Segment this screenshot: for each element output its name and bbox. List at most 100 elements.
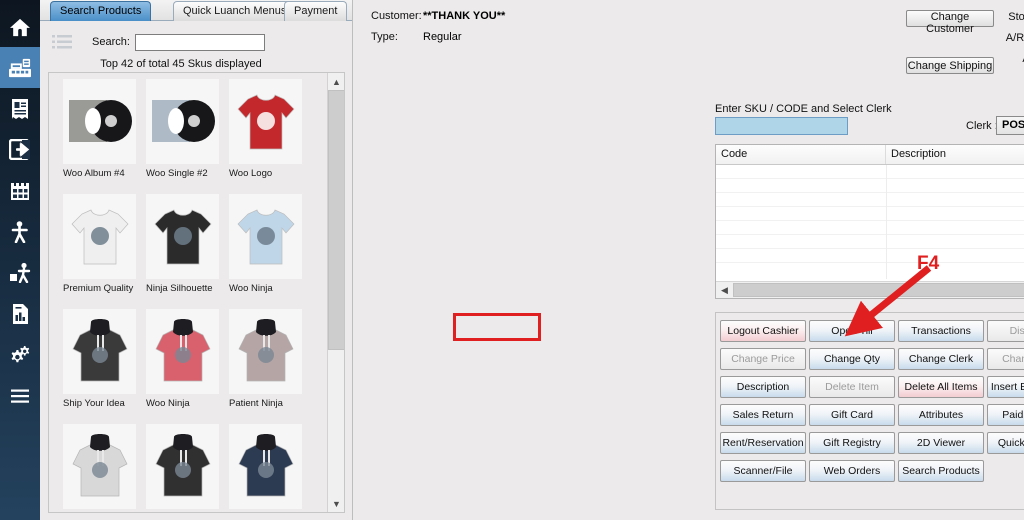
product-tile[interactable]: Ninja Silhouette	[146, 424, 226, 512]
product-grid-container: Woo Album #4 Woo Single #2 Woo Logo Premium…	[48, 72, 345, 513]
action-button-discount: Discount	[987, 320, 1024, 342]
balance-label: Store Credit:	[1008, 11, 1024, 23]
scrollbar-thumb[interactable]	[328, 90, 344, 350]
product-tile[interactable]: Ninja Silhouette	[146, 194, 226, 309]
product-thumbnail	[146, 79, 219, 164]
action-button-quick-launch[interactable]: Quick Launch	[987, 432, 1024, 454]
sidebar-item-home[interactable]	[0, 6, 40, 47]
product-tile[interactable]: Happy Ninja	[63, 424, 143, 512]
search-input[interactable]	[134, 33, 265, 51]
product-tile[interactable]: Woo Logo	[229, 79, 309, 194]
invoice-icon	[12, 98, 28, 119]
sku-count-text: Top 42 of total 45 Skus displayed	[100, 58, 262, 70]
action-button-sales-return[interactable]: Sales Return	[720, 404, 806, 426]
report-document-icon	[12, 303, 28, 324]
action-button-gift-card[interactable]: Gift Card	[809, 404, 895, 426]
action-button-rent-reservation[interactable]: Rent/Reservation	[720, 432, 806, 454]
scroll-down-icon[interactable]: ▼	[328, 495, 344, 512]
action-button-scanner-file[interactable]: Scanner/File	[720, 460, 806, 482]
action-button-web-orders[interactable]: Web Orders	[809, 460, 895, 482]
person-with-box-icon	[9, 262, 30, 283]
grid-empty-row[interactable]	[716, 221, 1024, 235]
grid-empty-row[interactable]	[716, 235, 1024, 249]
grid-empty-row[interactable]	[716, 193, 1024, 207]
line-item-grid-header: CodeDescriptionClerkQtyUnitPriceExt Pric…	[716, 145, 1024, 165]
action-button-delete-all-items[interactable]: Delete All Items	[898, 376, 984, 398]
change-customer-button[interactable]: Change Customer	[906, 10, 994, 35]
action-button-gift-registry[interactable]: Gift Registry	[809, 432, 895, 454]
change-shipping-button[interactable]: Change Shipping	[906, 57, 994, 74]
search-row: Search:	[40, 30, 352, 54]
tab-payment[interactable]: Payment	[284, 1, 348, 21]
grid-empty-row[interactable]	[716, 207, 1024, 221]
product-tile[interactable]: Woo Album #4	[63, 79, 143, 194]
cash-register-icon	[9, 58, 31, 77]
grid-empty-row[interactable]	[716, 249, 1024, 263]
sidebar-item-menu[interactable]	[0, 375, 40, 416]
clerk-select[interactable]: POSSA	[996, 116, 1024, 135]
balance-row: Store Credit:$0.00	[1003, 8, 1024, 26]
product-name: Premium Quality	[63, 283, 134, 294]
sidebar-item-store[interactable]	[0, 170, 40, 211]
product-tile[interactable]: Woo Ninja	[229, 194, 309, 309]
sidebar-item-settings[interactable]	[0, 334, 40, 375]
line-item-grid-hscrollbar[interactable]: ◀ ▶	[716, 281, 1024, 298]
customer-label: Customer:	[371, 10, 422, 22]
product-thumbnail	[146, 309, 219, 394]
product-name: Woo Ninja	[229, 283, 273, 294]
product-tile[interactable]: Ship Your Idea	[63, 309, 143, 424]
sidebar-item-shipping[interactable]	[0, 252, 40, 293]
walking-person-icon	[11, 220, 28, 243]
action-button-attributes[interactable]: Attributes	[898, 404, 984, 426]
grid-empty-row[interactable]	[716, 165, 1024, 179]
product-thumbnail	[229, 309, 302, 394]
balance-row: Points Balance:0	[1003, 71, 1024, 89]
action-button-transactions[interactable]: Transactions	[898, 320, 984, 342]
hscrollbar-thumb[interactable]	[733, 283, 1024, 297]
product-name: Woo Logo	[229, 168, 273, 179]
product-name: Ninja Silhouette	[146, 283, 213, 294]
product-name: Woo Album #4	[63, 168, 125, 179]
product-tile[interactable]: Woo Logo	[229, 424, 309, 512]
action-button-search-products[interactable]: Search Products	[898, 460, 984, 482]
action-button-2d-viewer[interactable]: 2D Viewer	[898, 432, 984, 454]
product-tile[interactable]: Woo Ninja	[146, 309, 226, 424]
action-button-paid-in-out[interactable]: Paid In /Out	[987, 404, 1024, 426]
product-name: Woo Single #2	[146, 168, 208, 179]
action-button-change-clerk[interactable]: Change Clerk	[898, 348, 984, 370]
line-item-grid-body[interactable]	[716, 165, 1024, 279]
sidebar-item-reports[interactable]	[0, 293, 40, 334]
product-grid: Woo Album #4 Woo Single #2 Woo Logo Premium…	[49, 73, 327, 512]
product-tile[interactable]: Woo Single #2	[146, 79, 226, 194]
scroll-left-icon[interactable]: ◀	[716, 282, 733, 298]
column-header[interactable]: Description	[886, 145, 1024, 164]
product-thumbnail	[63, 309, 136, 394]
tab-quick-launch-menus[interactable]: Quick Luanch Menus	[173, 1, 297, 21]
action-button-change-tax: Change Tax	[987, 348, 1024, 370]
transaction-panel: Customer: **THANK YOU** Type: Regular Ch…	[353, 0, 1024, 520]
customer-info: Customer: **THANK YOU** Type: Regular	[371, 10, 505, 52]
scroll-up-icon[interactable]: ▲	[328, 73, 344, 90]
tab-search-products[interactable]: Search Products	[50, 1, 152, 21]
action-button-open-till[interactable]: Open Till	[809, 320, 895, 342]
product-grid-scrollbar[interactable]: ▲ ▼	[327, 73, 344, 512]
grid-column-divider	[886, 165, 887, 279]
customer-value: **THANK YOU**	[423, 10, 506, 22]
column-header[interactable]: Code	[716, 145, 886, 164]
line-item-grid[interactable]: CodeDescriptionClerkQtyUnitPriceExt Pric…	[715, 144, 1024, 299]
action-button-change-qty[interactable]: Change Qty	[809, 348, 895, 370]
pos-application: Search Products Quick Luanch Menus Payme…	[0, 0, 1024, 520]
sidebar-item-register[interactable]	[0, 47, 40, 88]
sidebar-item-customers[interactable]	[0, 211, 40, 252]
sidebar-item-logout[interactable]	[0, 129, 40, 170]
action-button-description[interactable]: Description	[720, 376, 806, 398]
action-button-logout-cashier[interactable]: Logout Cashier	[720, 320, 806, 342]
sku-input[interactable]	[715, 117, 848, 135]
action-button-insert-blank-line[interactable]: Insert Blank Line	[987, 376, 1024, 398]
product-thumbnail	[146, 424, 219, 509]
product-name: Ship Your Idea	[63, 398, 125, 409]
product-tile[interactable]: Premium Quality	[63, 194, 143, 309]
grid-empty-row[interactable]	[716, 179, 1024, 193]
product-tile[interactable]: Patient Ninja	[229, 309, 309, 424]
sidebar-item-invoice[interactable]	[0, 88, 40, 129]
